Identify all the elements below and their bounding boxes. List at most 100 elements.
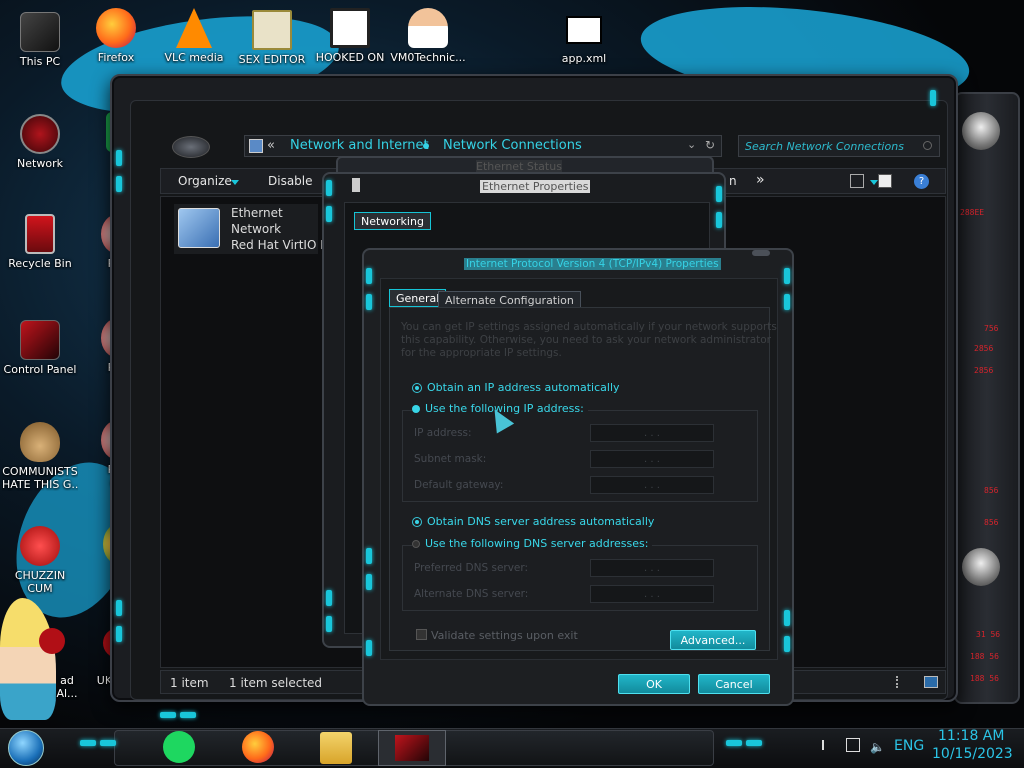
desktop-icon-firefox[interactable]: Firefox — [78, 8, 154, 64]
frame-accent — [366, 574, 372, 590]
desktop-icon-hxd[interactable]: SEX EDITOR — [234, 10, 310, 66]
details-view-icon[interactable] — [896, 676, 906, 688]
taskbar-firefox-icon[interactable] — [242, 731, 274, 763]
default-gateway-field: . . . — [590, 476, 714, 494]
control-panel-icon — [395, 735, 429, 761]
gadget-readout: 288EE — [960, 208, 985, 217]
volume-icon[interactable]: 🔈 — [870, 740, 885, 754]
chuzzle-icon — [20, 526, 60, 566]
radio-use-following-dns[interactable]: Use the following DNS server addresses: — [412, 537, 653, 550]
chevron-down-icon[interactable] — [870, 180, 878, 185]
money-bag-icon — [20, 422, 60, 462]
taskbar-active-app[interactable] — [378, 730, 446, 766]
preview-pane-icon[interactable] — [878, 174, 892, 188]
status-item-count: 1 item — [170, 676, 209, 690]
ip-settings-hint: You can get IP settings assigned automat… — [401, 321, 777, 333]
radio-selected-icon — [412, 382, 422, 393]
close-icon[interactable] — [752, 250, 770, 256]
frame-accent — [116, 626, 122, 642]
view-options-icon[interactable] — [850, 174, 864, 188]
network-tray-icon[interactable] — [846, 738, 860, 752]
gadget-readout: 856 — [984, 486, 999, 495]
desktop-icon-ad[interactable]: ad Al... — [14, 628, 90, 700]
frame-accent — [80, 740, 96, 746]
flag-icon[interactable] — [822, 740, 832, 750]
app-icon — [330, 8, 370, 48]
taskbar-spotify-icon[interactable] — [163, 731, 195, 763]
desktop-icon-app-xml[interactable]: app.xml — [546, 12, 622, 65]
default-gateway-label: Default gateway: — [414, 479, 504, 491]
organize-button[interactable]: Organize — [178, 174, 232, 188]
desktop-icon-vlc[interactable]: VLC media — [156, 8, 232, 64]
radio-unselected-icon — [412, 539, 420, 548]
preferred-dns-label: Preferred DNS server: — [414, 562, 529, 574]
doctor-icon — [408, 8, 448, 48]
frame-accent — [116, 150, 122, 166]
radio-obtain-dns-auto[interactable]: Obtain DNS server address automatically — [412, 515, 654, 528]
refresh-icon[interactable]: ↻ — [705, 138, 715, 152]
list-item-ethernet[interactable]: Ethernet Network Red Hat VirtIO E — [174, 204, 328, 254]
frame-accent — [180, 712, 196, 718]
ok-button[interactable]: OK — [618, 674, 690, 694]
alien-logo-icon — [172, 136, 210, 158]
disable-button[interactable]: Disable — [268, 174, 313, 188]
desktop-icon-chuzzin[interactable]: CHUZZIN CUM — [2, 526, 78, 595]
gadget-readout: 2856 — [974, 366, 994, 375]
gadget-readout: 31 56 — [976, 630, 1001, 639]
desktop-icon-hooked-on[interactable]: HOOKED ON — [312, 8, 388, 64]
frame-accent — [100, 740, 116, 746]
chevron-down-icon[interactable]: ⌄ — [687, 138, 696, 151]
start-orb-icon[interactable] — [8, 730, 44, 766]
item-status: Network — [231, 222, 282, 236]
frame-accent — [784, 268, 790, 284]
language-indicator[interactable]: ENG — [894, 738, 924, 754]
radio-unselected-icon — [412, 404, 420, 413]
clock-date[interactable]: 10/15/2023 — [932, 746, 1013, 762]
frame-accent — [784, 636, 790, 652]
vlc-icon — [176, 8, 212, 48]
breadcrumb-network-internet[interactable]: Network and Internet — [290, 138, 429, 153]
frame-accent — [716, 212, 722, 228]
radio-obtain-ip-auto[interactable]: Obtain an IP address automatically — [412, 381, 620, 394]
frame-accent — [784, 294, 790, 310]
frame-accent — [326, 180, 332, 196]
network-adapter-icon — [352, 178, 360, 192]
advanced-button[interactable]: Advanced... — [670, 630, 756, 650]
cancel-button[interactable]: Cancel — [698, 674, 770, 694]
gadget-readout: 756 — [984, 324, 999, 333]
validate-checkbox[interactable] — [416, 629, 427, 640]
desktop-icon-this-pc[interactable]: This PC — [2, 12, 78, 68]
ip-address-field: . . . — [590, 424, 714, 442]
ip-settings-hint: this capability. Otherwise, you need to … — [401, 334, 772, 346]
alternate-dns-field: . . . — [590, 585, 714, 603]
desktop-icon-recycle-bin[interactable]: Recycle Bin — [2, 214, 78, 270]
desktop-icon-vm0[interactable]: VM0Technic... — [390, 8, 466, 64]
hxd-icon — [252, 10, 292, 50]
item-device: Red Hat VirtIO E — [231, 238, 328, 252]
desktop-icon-control-panel[interactable]: Control Panel — [2, 320, 78, 376]
frame-accent — [784, 610, 790, 626]
taskbar-file-explorer-icon[interactable] — [320, 732, 352, 764]
preferred-dns-field: . . . — [590, 559, 714, 577]
clock-time[interactable]: 11:18 AM — [938, 728, 1004, 744]
subnet-mask-field: . . . — [590, 450, 714, 468]
large-icons-view-icon[interactable] — [924, 676, 938, 688]
frame-accent — [930, 90, 936, 106]
breadcrumb-network-connections[interactable]: Network Connections — [443, 138, 582, 153]
desktop-icon-network[interactable]: Network — [2, 114, 78, 170]
frame-accent — [116, 176, 122, 192]
help-icon[interactable]: ? — [914, 174, 929, 189]
ipv4-dialog-title: Internet Protocol Version 4 (TCP/IPv4) P… — [464, 258, 721, 270]
more-commands-button[interactable]: » — [756, 172, 765, 188]
tab-networking[interactable]: Networking — [354, 212, 431, 230]
address-bar[interactable]: « Network and Internet Network Connectio… — [244, 135, 722, 157]
frame-accent — [326, 590, 332, 606]
frame-accent — [716, 186, 722, 202]
desktop-icon-communists[interactable]: COMMUNISTS HATE THIS G... — [2, 422, 78, 491]
app-icon — [39, 628, 65, 654]
search-input[interactable]: Search Network Connections — [738, 135, 940, 157]
frame-accent — [116, 600, 122, 616]
frame-accent — [160, 712, 176, 718]
network-icon — [20, 114, 60, 154]
gadget-readout: 188 56 — [970, 652, 999, 661]
